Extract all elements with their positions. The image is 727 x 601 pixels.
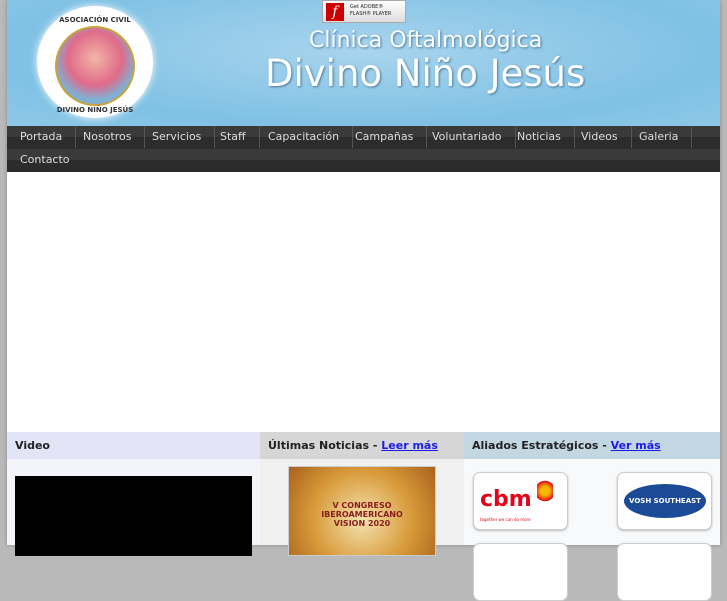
nav-galeria[interactable]: Galeria — [626, 126, 693, 148]
flash-content-area — [7, 172, 720, 432]
site-subtitle: Clínica Oftalmológica — [309, 28, 543, 53]
cbm-tagline: together we can do more — [480, 517, 531, 522]
child-jesus-image — [55, 26, 135, 106]
cbm-cross-icon — [537, 479, 553, 503]
vosh-logo[interactable]: VOSH SOUTHEAST — [617, 472, 712, 530]
site-title: Divino Niño Jesús — [265, 52, 586, 95]
nav-contacto[interactable]: Contacto — [7, 149, 83, 171]
nav-servicios[interactable]: Servicios — [139, 126, 216, 148]
video-header: Video — [7, 432, 260, 459]
nav-noticias[interactable]: Noticias — [504, 126, 575, 148]
cbm-logo[interactable]: cbm together we can do more — [473, 472, 568, 530]
ally-logo-3[interactable] — [473, 543, 568, 601]
flash-line2: FLASH® PLAYER — [350, 11, 392, 17]
vosh-text: VOSH SOUTHEAST — [624, 484, 706, 518]
nav-portada[interactable]: Portada — [7, 126, 77, 148]
ally-logo-4[interactable] — [617, 543, 712, 601]
header-banner: ASOCIACIÓN CIVIL DIVINO NIÑO JESÚS f Get… — [7, 0, 720, 126]
video-player[interactable] — [15, 476, 252, 556]
news-header: Últimas Noticias - Leer más — [260, 432, 464, 459]
news-title: Últimas Noticias - — [268, 439, 382, 452]
nav-campanas[interactable]: Campañas — [342, 126, 428, 148]
news-body: V CONGRESO IBEROAMERICANO VISION 2020 — [260, 459, 464, 556]
allies-header: Aliados Estratégicos - Ver más — [464, 432, 720, 459]
logo-text-top: ASOCIACIÓN CIVIL — [59, 16, 131, 24]
nav-videos[interactable]: Videos — [568, 126, 632, 148]
association-logo[interactable]: ASOCIACIÓN CIVIL DIVINO NIÑO JESÚS — [37, 6, 153, 118]
cbm-text: cbm — [480, 487, 532, 512]
allies-title: Aliados Estratégicos - — [472, 439, 611, 452]
congress-news-image[interactable]: V CONGRESO IBEROAMERICANO VISION 2020 — [288, 466, 436, 556]
news-read-more-link[interactable]: Leer más — [381, 439, 438, 452]
flash-icon: f — [326, 3, 344, 21]
nav-capacitacion[interactable]: Capacitación — [255, 126, 354, 148]
get-flash-player-button[interactable]: f Get ADOBE® FLASH® PLAYER — [322, 0, 406, 23]
news-image-text: V CONGRESO IBEROAMERICANO VISION 2020 — [321, 501, 403, 528]
logo-text-bottom: DIVINO NIÑO JESÚS — [56, 106, 134, 114]
video-title: Video — [15, 439, 50, 452]
nav-staff[interactable]: Staff — [207, 126, 260, 148]
flash-line1: Get ADOBE® — [350, 4, 384, 10]
nav-nosotros[interactable]: Nosotros — [70, 126, 146, 148]
main-nav: Portada Nosotros Servicios Staff Capacit… — [7, 126, 720, 172]
allies-see-more-link[interactable]: Ver más — [611, 439, 661, 452]
nav-voluntariado[interactable]: Voluntariado — [419, 126, 516, 148]
allies-body: cbm together we can do more VOSH SOUTHEA… — [464, 459, 720, 601]
video-body — [7, 459, 260, 556]
